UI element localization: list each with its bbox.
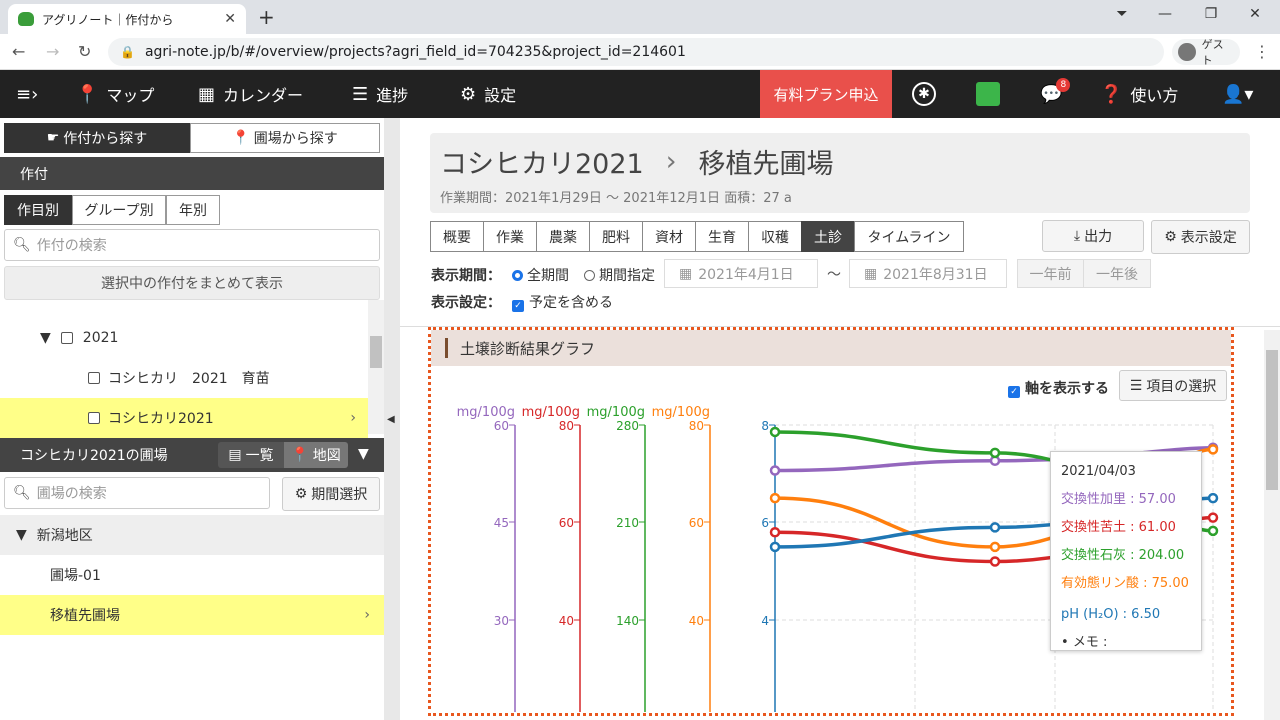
scrollbar-thumb[interactable] — [1266, 350, 1278, 490]
graph-highlight-frame — [428, 327, 1234, 716]
main-scrollbar[interactable] — [1264, 330, 1280, 720]
